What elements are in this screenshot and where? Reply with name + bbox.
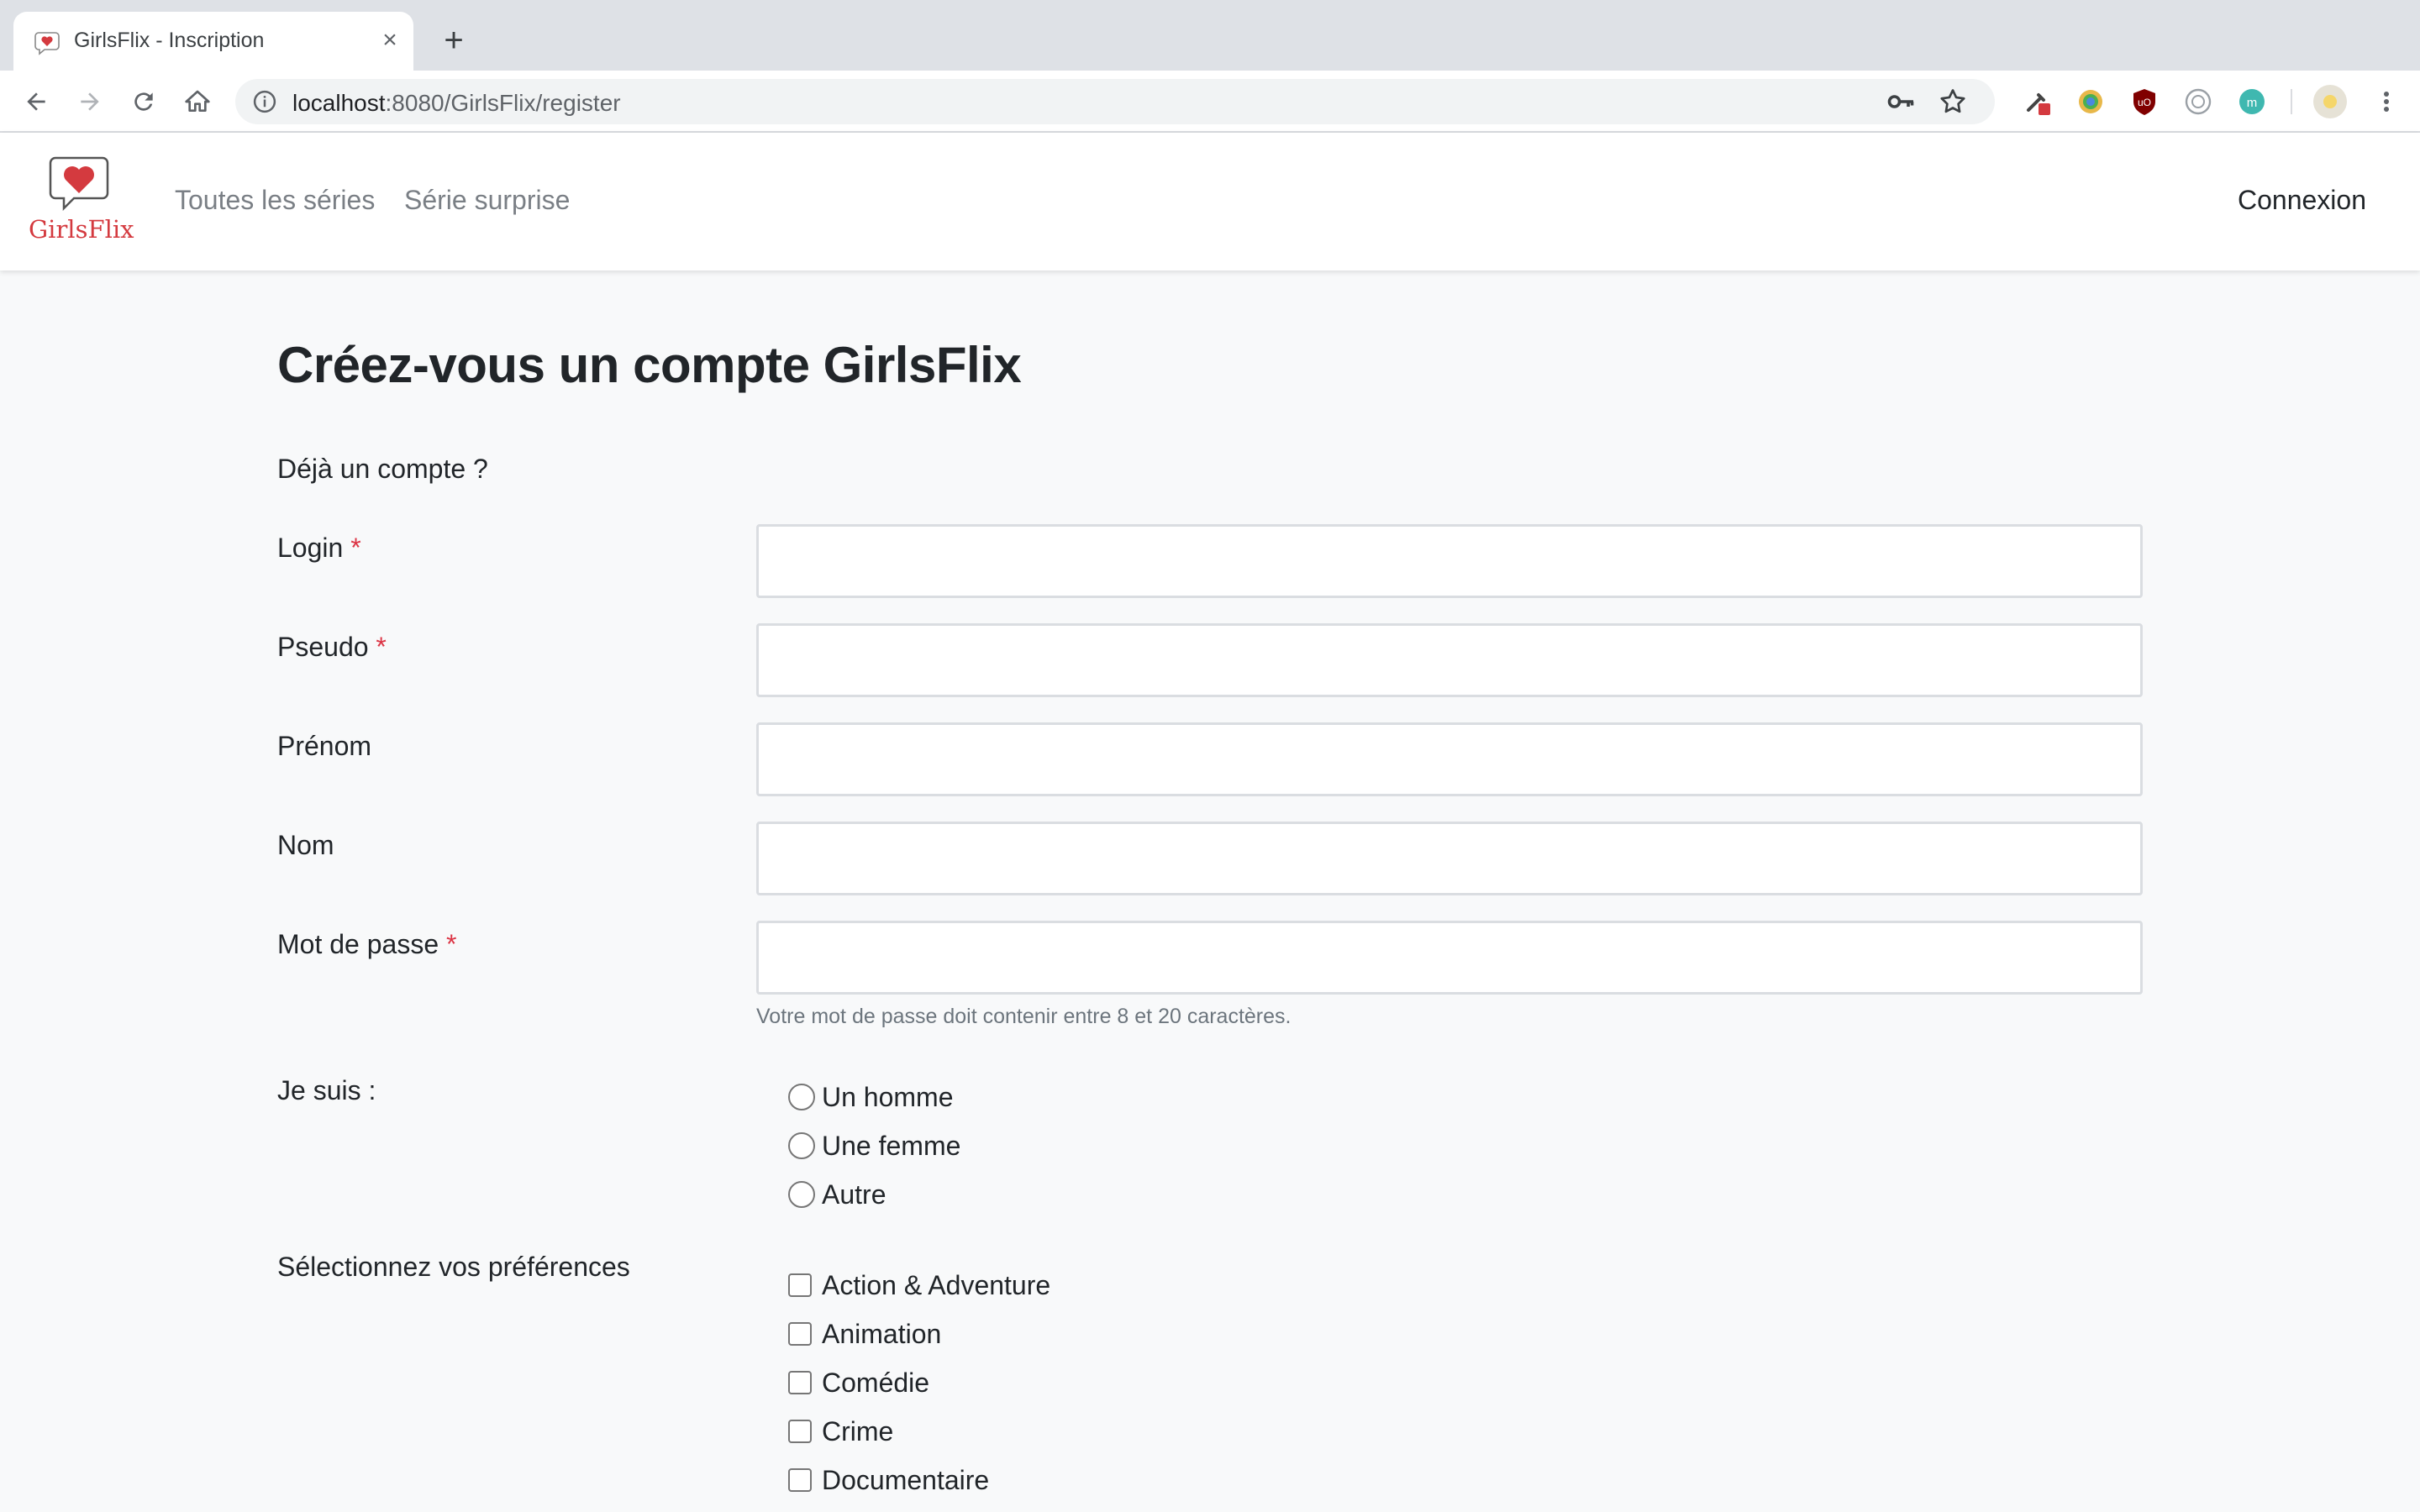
- checkbox[interactable]: [788, 1371, 812, 1394]
- firstname-label: Prénom: [277, 731, 372, 761]
- option-label: Une femme: [822, 1130, 961, 1161]
- tab-title: GirlsFlix - Inscription: [74, 29, 265, 52]
- password-input[interactable]: [756, 921, 2143, 995]
- pref-option-crime[interactable]: Crime: [788, 1415, 893, 1448]
- reload-button[interactable]: [124, 82, 163, 121]
- toolbar-divider: [2291, 89, 2292, 114]
- pref-option-comedy[interactable]: Comédie: [788, 1366, 929, 1399]
- browser-tabstrip: GirlsFlix - Inscription × +: [0, 0, 2420, 71]
- browser-toolbar: localhost:8080/GirlsFlix/register uO m: [0, 71, 2420, 133]
- gender-option-other[interactable]: Autre: [788, 1178, 886, 1211]
- pseudo-label-text: Pseudo: [277, 632, 369, 662]
- pref-option-animation[interactable]: Animation: [788, 1317, 941, 1351]
- firstname-input[interactable]: [756, 722, 2143, 796]
- key-icon[interactable]: [1886, 87, 1916, 117]
- menu-kebab-icon[interactable]: [2371, 87, 2402, 117]
- info-icon[interactable]: [252, 89, 277, 114]
- radio-button[interactable]: [788, 1084, 815, 1110]
- home-icon: [185, 90, 210, 112]
- option-label: Animation: [822, 1318, 942, 1349]
- home-button[interactable]: [178, 82, 217, 121]
- svg-text:m: m: [2247, 96, 2258, 110]
- pref-option-action-adventure[interactable]: Action & Adventure: [788, 1268, 1050, 1302]
- new-tab-button[interactable]: +: [435, 22, 472, 59]
- checkbox[interactable]: [788, 1468, 812, 1492]
- arrow-right-icon: [81, 92, 99, 111]
- option-label: Autre: [822, 1179, 886, 1210]
- gender-option-woman[interactable]: Une femme: [788, 1129, 960, 1163]
- gender-label: Je suis :: [277, 1075, 376, 1105]
- forward-button[interactable]: [71, 82, 109, 121]
- url-host: localhost: [292, 90, 386, 116]
- url-text[interactable]: localhost:8080/GirlsFlix/register: [292, 90, 621, 117]
- nav-link-surprise[interactable]: Série surprise: [404, 185, 570, 216]
- nav-link-all-series[interactable]: Toutes les séries: [175, 185, 375, 216]
- radio-button[interactable]: [788, 1181, 815, 1208]
- profile-avatar-icon[interactable]: [2312, 84, 2348, 119]
- login-label: Login *: [277, 533, 361, 564]
- lastname-input[interactable]: [756, 822, 2143, 895]
- gender-option-man[interactable]: Un homme: [788, 1080, 954, 1114]
- page-title: Créez-vous un compte GirlsFlix: [277, 337, 1022, 393]
- back-button[interactable]: [17, 82, 55, 121]
- nav-link-login[interactable]: Connexion: [2238, 185, 2366, 216]
- girlsflix-favicon-icon: [34, 32, 60, 55]
- pref-option-documentary[interactable]: Documentaire: [788, 1463, 989, 1497]
- brand-name: GirlsFlix: [29, 215, 134, 244]
- preferences-label: Sélectionnez vos préférences: [277, 1252, 630, 1282]
- bookmark-star-icon[interactable]: [1938, 87, 1968, 117]
- site-navbar: GirlsFlix Toutes les séries Série surpri…: [0, 133, 2420, 270]
- svg-text:uO: uO: [2138, 97, 2151, 108]
- ublock-shield-icon[interactable]: uO: [2129, 87, 2160, 117]
- tab-close-icon[interactable]: ×: [375, 25, 405, 55]
- password-label-text: Mot de passe: [277, 929, 439, 959]
- address-bar[interactable]: localhost:8080/GirlsFlix/register: [235, 79, 1995, 124]
- option-label: Action & Adventure: [822, 1269, 1051, 1300]
- chrome-extension-icon[interactable]: [2075, 87, 2106, 117]
- pseudo-input[interactable]: [756, 623, 2143, 697]
- arrow-left-icon: [27, 92, 45, 111]
- circle-extension-icon[interactable]: [2183, 87, 2213, 117]
- already-account-link[interactable]: Déjà un compte ?: [277, 454, 488, 485]
- checkbox[interactable]: [788, 1322, 812, 1346]
- radio-button[interactable]: [788, 1132, 815, 1159]
- pseudo-label: Pseudo *: [277, 632, 387, 663]
- option-label: Comédie: [822, 1367, 930, 1398]
- url-path: :8080/GirlsFlix/register: [385, 90, 621, 116]
- lastname-label: Nom: [277, 830, 334, 860]
- teal-extension-icon[interactable]: m: [2237, 87, 2267, 117]
- required-mark: *: [446, 929, 457, 959]
- brand-logo[interactable]: GirlsFlix: [25, 156, 134, 252]
- browser-tab[interactable]: GirlsFlix - Inscription ×: [13, 12, 413, 71]
- login-input[interactable]: [756, 524, 2143, 598]
- option-label: Un homme: [822, 1081, 954, 1112]
- checkbox[interactable]: [788, 1273, 812, 1297]
- eyedropper-extension-icon[interactable]: [2022, 87, 2052, 117]
- option-label: Documentaire: [822, 1464, 990, 1495]
- password-label: Mot de passe *: [277, 929, 456, 960]
- required-mark: *: [376, 632, 387, 662]
- heart-speech-bubble-icon: [49, 156, 109, 212]
- option-label: Crime: [822, 1415, 894, 1446]
- required-mark: *: [350, 533, 361, 563]
- password-help-text: Votre mot de passe doit contenir entre 8…: [756, 1005, 1292, 1028]
- login-label-text: Login: [277, 533, 344, 563]
- checkbox[interactable]: [788, 1420, 812, 1443]
- reload-icon: [134, 92, 153, 111]
